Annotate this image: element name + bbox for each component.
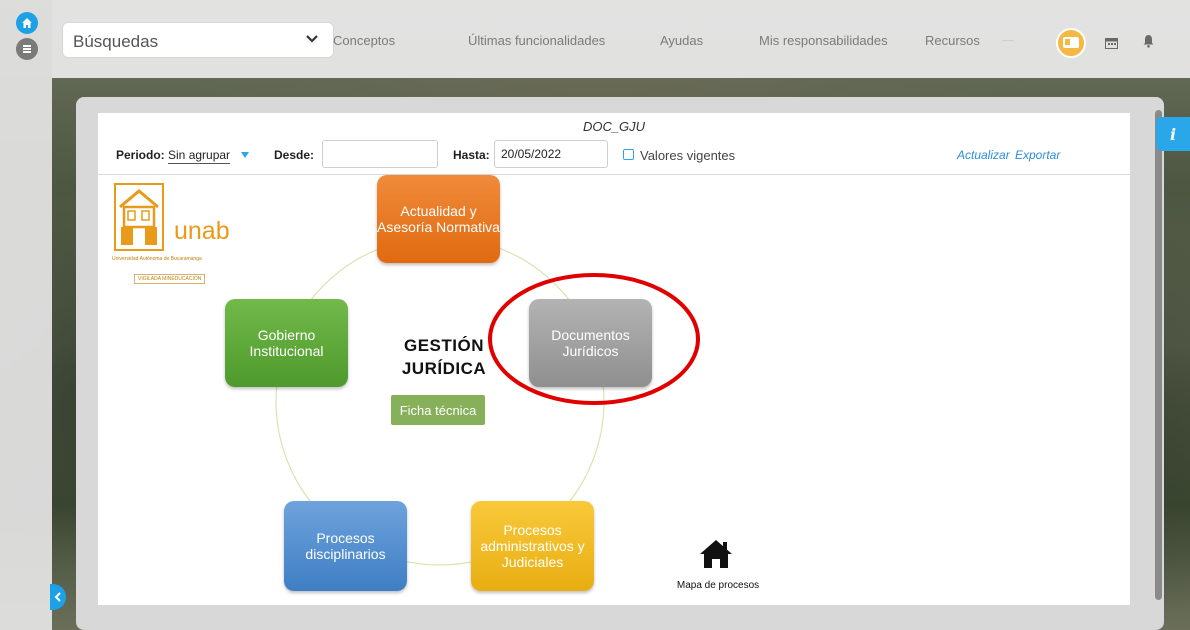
vigentes-checkbox[interactable]: [623, 149, 634, 160]
process-diagram: unab Universidad Autónoma de Bucaramanga…: [98, 175, 1130, 605]
doc-title: DOC_GJU: [582, 119, 646, 134]
list-icon[interactable]: [16, 38, 38, 60]
scrollbar[interactable]: [1155, 110, 1162, 600]
unab-logo: unab Universidad Autónoma de Bucaramanga…: [112, 183, 232, 284]
unab-word: unab: [174, 217, 230, 245]
periodo-filter[interactable]: Periodo: Sin agrupar: [116, 148, 231, 164]
nav-conceptos[interactable]: Conceptos: [333, 33, 395, 48]
nav-mis-responsabilidades[interactable]: Mis responsabilidades: [759, 33, 888, 48]
search-dropdown[interactable]: Búsquedas: [62, 22, 334, 58]
bell-icon[interactable]: [1143, 34, 1154, 48]
search-label: Búsquedas: [73, 32, 159, 51]
box-documentos[interactable]: Documentos Jurídicos: [529, 299, 652, 387]
desde-input[interactable]: [322, 140, 438, 168]
box-gobierno[interactable]: Gobierno Institucional: [225, 299, 348, 387]
box-administrativos[interactable]: Procesos administrativos y Judiciales: [471, 501, 594, 591]
vigentes-label: Valores vigentes: [640, 148, 736, 163]
actualizar-link[interactable]: Actualizar: [957, 148, 1010, 162]
nav-recursos[interactable]: Recursos: [925, 33, 980, 48]
box-actualidad[interactable]: Actualidad y Asesoría Normativa: [377, 175, 500, 263]
home-map-icon[interactable]: [698, 538, 734, 570]
chevron-down-icon: [305, 31, 319, 48]
mapa-procesos-label[interactable]: Mapa de procesos: [668, 580, 768, 591]
unab-subtitle: Universidad Autónoma de Bucaramanga: [112, 256, 202, 262]
box-disciplinarios[interactable]: Procesos disciplinarios: [284, 501, 407, 591]
calendar-icon[interactable]: [1105, 36, 1118, 49]
hasta-input[interactable]: 20/05/2022: [494, 140, 608, 168]
info-button[interactable]: i: [1156, 117, 1190, 151]
connector-circle: [275, 236, 700, 566]
desde-label: Desde:: [274, 148, 315, 162]
report-panel: DOC_GJU Periodo: Sin agrupar Desde: Hast…: [98, 113, 1130, 605]
nav-ayudas[interactable]: Ayudas: [660, 33, 703, 48]
ficha-tecnica-button[interactable]: Ficha técnica: [391, 395, 485, 425]
home-icon[interactable]: [16, 12, 38, 34]
nav-ultimas-funcionalidades[interactable]: Últimas funcionalidades: [468, 33, 605, 48]
exportar-link[interactable]: Exportar: [1015, 148, 1060, 162]
unab-building-icon: [114, 183, 164, 251]
center-title: GESTIÓN JURÍDICA: [401, 336, 487, 378]
caret-down-icon[interactable]: [241, 152, 249, 158]
avatar[interactable]: [1056, 28, 1086, 58]
top-bar: Búsquedas Conceptos Últimas funcionalida…: [52, 0, 1190, 78]
hasta-label: Hasta:: [453, 148, 490, 162]
left-rail: [0, 0, 52, 630]
unab-vigilada: VIGILADA MINEDUCACIÓN: [134, 274, 206, 284]
nav-separator: [1002, 40, 1014, 41]
